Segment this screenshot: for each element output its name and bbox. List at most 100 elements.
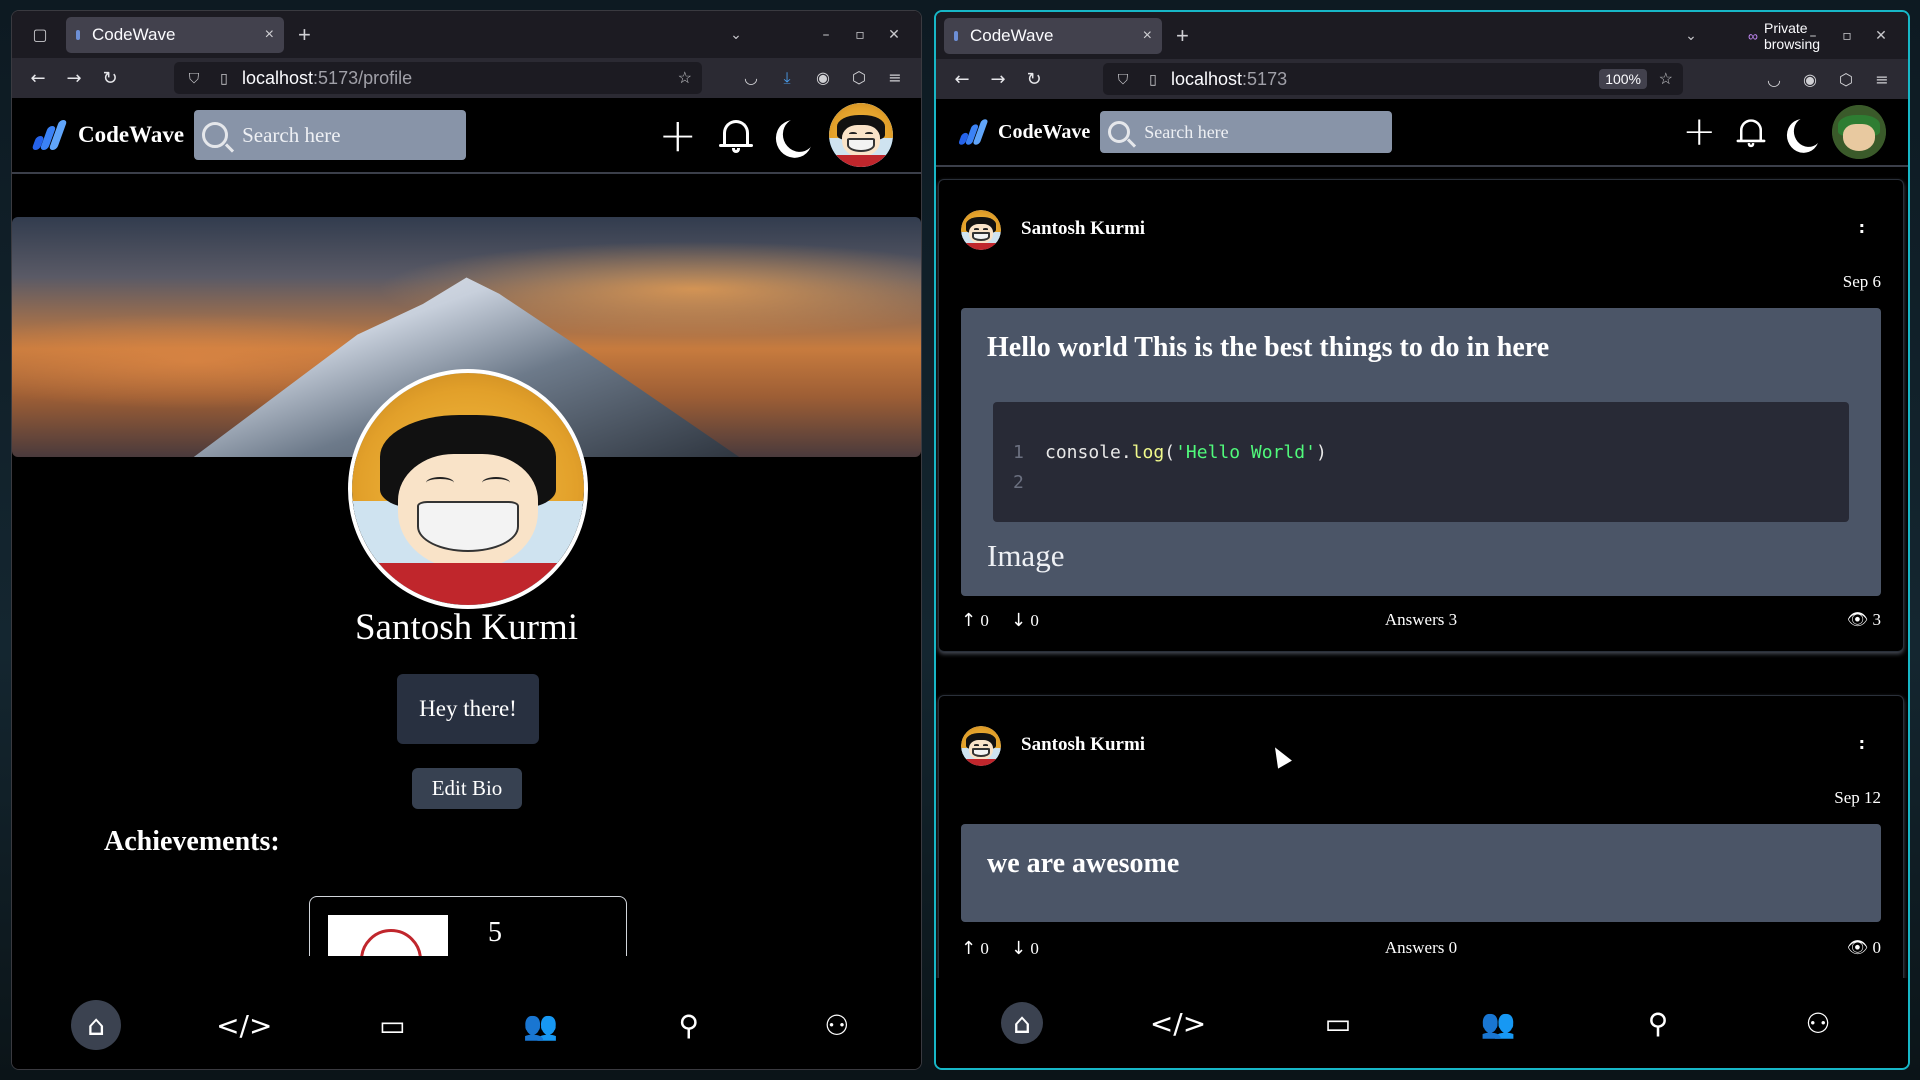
maximize-button[interactable]: ▫ xyxy=(843,27,877,43)
answers-count[interactable]: Answers 0 xyxy=(961,938,1881,958)
post-card[interactable]: Santosh Kurmi : Sep 12 we are awesome ↑ … xyxy=(938,695,1904,987)
extensions-icon[interactable]: ⬡ xyxy=(1830,70,1862,89)
post-title: Hello world This is the best things to d… xyxy=(987,332,1550,363)
url-bar[interactable]: ⛉ ▯ localhost:5173 100% ☆ xyxy=(1103,63,1683,95)
post-author[interactable]: Santosh Kurmi xyxy=(1021,218,1145,240)
minimize-button[interactable]: – xyxy=(1796,28,1830,44)
feed-page: Santosh Kurmi : Sep 6 Hello world This i… xyxy=(936,167,1908,1068)
search-box[interactable] xyxy=(1100,111,1393,153)
chat-icon[interactable]: ▭ xyxy=(1313,998,1363,1048)
dark-mode-moon-icon[interactable] xyxy=(1790,113,1827,151)
people-icon[interactable]: ⚇ xyxy=(812,1000,862,1050)
shield-icon: ⛉ xyxy=(188,69,200,86)
post-date: Sep 12 xyxy=(1834,788,1881,807)
close-tab-icon[interactable]: × xyxy=(1143,27,1152,45)
tab-codewave[interactable]: CodeWave × xyxy=(944,17,1162,54)
chat-icon[interactable]: ▭ xyxy=(367,1000,417,1050)
profile-page: Santosh Kurmi Hey there! Edit Bio Achiev… xyxy=(12,174,921,1069)
menu-icon[interactable]: ≡ xyxy=(1866,70,1898,89)
right-browser-window: CodeWave × + ⌄ ∞ Private browsing – ▫ ✕ ←… xyxy=(934,10,1910,1070)
add-post-icon[interactable]: + xyxy=(1682,112,1716,152)
brand-name[interactable]: CodeWave xyxy=(78,122,184,148)
eye-icon: 👁 xyxy=(1846,610,1869,629)
page-icon: ▯ xyxy=(1149,70,1157,87)
search-icon xyxy=(202,122,229,148)
code-line-number: 1 xyxy=(1013,442,1024,463)
home-icon[interactable]: ⌂ xyxy=(1001,1002,1043,1044)
forward-icon[interactable]: → xyxy=(980,69,1016,90)
page-icon: ▯ xyxy=(220,69,228,86)
maximize-button[interactable]: ▫ xyxy=(1830,28,1864,44)
back-icon[interactable]: ← xyxy=(20,68,56,89)
views-count: 👁 3 xyxy=(1846,610,1881,629)
users-icon[interactable]: 👥 xyxy=(516,1000,566,1050)
edit-bio-button[interactable]: Edit Bio xyxy=(412,768,522,809)
tab-list-icon[interactable]: ▢ xyxy=(22,20,58,50)
pocket-icon[interactable]: ◡ xyxy=(735,68,767,88)
account-icon[interactable]: ◉ xyxy=(807,68,839,88)
more-options-icon[interactable]: : xyxy=(1859,734,1865,753)
achievement-count: 5 xyxy=(488,917,502,948)
close-window-button[interactable]: ✕ xyxy=(1864,28,1898,44)
search-nav-icon[interactable]: ⚲ xyxy=(664,1000,714,1050)
author-avatar[interactable] xyxy=(961,210,1001,250)
tab-bar: CodeWave × + ⌄ ∞ Private browsing – ▫ ✕ xyxy=(936,12,1908,59)
search-nav-icon[interactable]: ⚲ xyxy=(1633,998,1683,1048)
dark-mode-moon-icon[interactable] xyxy=(778,114,820,157)
private-mask-icon: ∞ xyxy=(1748,27,1758,44)
reload-icon[interactable]: ↻ xyxy=(92,68,128,89)
url-host: localhost xyxy=(1171,68,1243,89)
people-icon[interactable]: ⚇ xyxy=(1793,998,1843,1048)
code-icon[interactable]: </> xyxy=(216,1000,272,1050)
extensions-icon[interactable]: ⬡ xyxy=(843,68,875,88)
add-post-icon[interactable]: + xyxy=(658,112,697,158)
url-bar[interactable]: ⛉ ▯ localhost:5173/profile ☆ xyxy=(174,62,702,94)
post-body[interactable]: Hello world This is the best things to d… xyxy=(961,308,1881,596)
chevron-down-icon[interactable]: ⌄ xyxy=(1674,28,1708,44)
zoom-level[interactable]: 100% xyxy=(1599,69,1647,89)
code-line: console.log('Hello World') xyxy=(1045,442,1327,463)
bell-icon[interactable] xyxy=(719,116,753,154)
post-author[interactable]: Santosh Kurmi xyxy=(1021,734,1145,756)
close-tab-icon[interactable]: × xyxy=(265,26,274,44)
profile-name: Santosh Kurmi xyxy=(354,607,579,648)
users-icon[interactable]: 👥 xyxy=(1473,998,1523,1048)
bell-icon[interactable] xyxy=(1736,116,1766,148)
tab-title: CodeWave xyxy=(92,24,176,44)
menu-icon[interactable]: ≡ xyxy=(879,68,911,88)
new-tab-button[interactable]: + xyxy=(1176,23,1189,49)
brand-name[interactable]: CodeWave xyxy=(998,121,1090,144)
close-window-button[interactable]: ✕ xyxy=(877,27,911,43)
post-card[interactable]: Santosh Kurmi : Sep 6 Hello world This i… xyxy=(938,179,1904,652)
pocket-icon[interactable]: ◡ xyxy=(1758,70,1790,89)
account-icon[interactable]: ◉ xyxy=(1794,70,1826,89)
avatar[interactable] xyxy=(829,103,893,167)
tab-bar: ▢ CodeWave × + ⌄ – ▫ ✕ xyxy=(12,11,921,58)
search-input[interactable] xyxy=(242,122,443,148)
new-tab-button[interactable]: + xyxy=(298,22,311,48)
more-options-icon[interactable]: : xyxy=(1859,218,1865,237)
tab-title: CodeWave xyxy=(970,25,1054,45)
tab-codewave[interactable]: CodeWave × xyxy=(66,16,284,53)
code-icon[interactable]: </> xyxy=(1150,998,1206,1048)
answers-count[interactable]: Answers 3 xyxy=(961,610,1881,630)
chevron-down-icon[interactable]: ⌄ xyxy=(719,27,753,43)
codewave-logo-icon[interactable] xyxy=(957,119,989,145)
minimize-button[interactable]: – xyxy=(809,27,843,43)
reload-icon[interactable]: ↻ xyxy=(1016,69,1052,90)
private-browsing-label: Private browsing xyxy=(1763,19,1821,52)
back-icon[interactable]: ← xyxy=(944,69,980,90)
post-body[interactable]: we are awesome xyxy=(961,824,1881,922)
url-path: :5173 xyxy=(1242,68,1288,89)
search-box[interactable] xyxy=(194,110,467,160)
bookmark-star-icon[interactable]: ☆ xyxy=(1659,69,1673,89)
bookmark-star-icon[interactable]: ☆ xyxy=(678,68,692,88)
forward-icon[interactable]: → xyxy=(56,68,92,89)
profile-avatar[interactable] xyxy=(348,369,588,609)
download-icon[interactable]: ⤓ xyxy=(771,68,803,88)
home-icon[interactable]: ⌂ xyxy=(71,1000,122,1050)
author-avatar[interactable] xyxy=(961,726,1001,766)
codewave-logo-icon[interactable] xyxy=(30,120,68,150)
search-input[interactable] xyxy=(1144,121,1345,143)
avatar[interactable] xyxy=(1832,105,1886,159)
